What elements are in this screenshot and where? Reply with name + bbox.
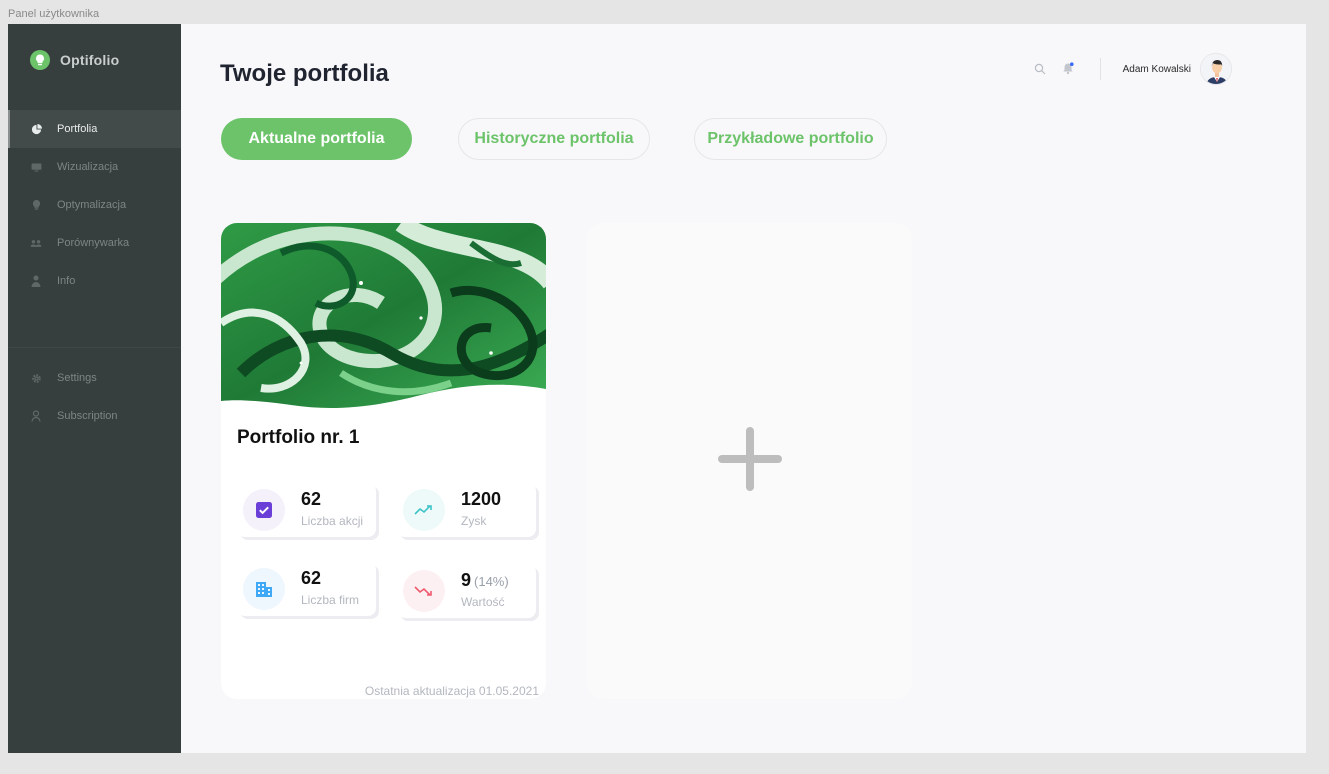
avatar[interactable]: [1200, 53, 1232, 85]
sidebar-item-label: Settings: [57, 372, 97, 384]
stat-label: Liczba firm: [301, 593, 360, 607]
portfolio-cover-image: [221, 223, 546, 408]
lightbulb-logo-icon: [30, 50, 50, 70]
stat-label: Wartość: [461, 595, 505, 609]
sidebar-item-wizualizacja[interactable]: Wizualizacja: [8, 148, 181, 186]
sidebar-nav: Portfolia Wizualizacja Optymalizacja Por…: [8, 110, 181, 300]
search-icon[interactable]: [1034, 62, 1048, 76]
sidebar-item-settings[interactable]: Settings: [8, 359, 181, 397]
sidebar-item-portfolia[interactable]: Portfolia: [8, 110, 181, 148]
tab-przykladowe[interactable]: Przykładowe portfolio: [694, 118, 887, 160]
gear-icon: [30, 372, 42, 384]
person-icon: [30, 275, 42, 287]
bell-icon[interactable]: [1062, 62, 1076, 76]
sidebar-item-label: Portfolia: [57, 123, 98, 135]
pie-chart-icon: [30, 123, 42, 135]
sidebar-item-label: Wizualizacja: [57, 161, 119, 173]
trend-up-icon: [403, 489, 445, 531]
sidebar-item-optymalizacja[interactable]: Optymalizacja: [8, 186, 181, 224]
stat-liczba-akcji: 62 Liczba akcji: [237, 483, 376, 537]
sidebar-secondary-nav: Settings Subscription: [8, 359, 181, 435]
stat-value: 62: [301, 489, 322, 509]
topbar: Adam Kowalski: [1020, 52, 1232, 86]
lightbulb-icon: [30, 199, 42, 211]
tab-aktualne[interactable]: Aktualne portfolia: [221, 118, 412, 160]
portfolio-tabs: Aktualne portfolia Historyczne portfolia…: [221, 118, 887, 160]
stat-value: 9 (14%): [461, 570, 509, 591]
plus-icon: [717, 426, 782, 496]
app-frame: Optifolio Portfolia Wizualizacja Optymal…: [8, 24, 1306, 753]
building-icon: [243, 568, 285, 610]
tab-historyczne[interactable]: Historyczne portfolia: [458, 118, 650, 160]
stat-value: 62: [301, 568, 322, 588]
sidebar-item-label: Porównywarka: [57, 237, 130, 249]
portfolio-title: Portfolio nr. 1: [237, 427, 360, 448]
sidebar-item-label: Subscription: [57, 410, 118, 422]
frame-label: Panel użytkownika: [8, 8, 100, 20]
topbar-divider: [1099, 58, 1101, 80]
add-portfolio-card[interactable]: [587, 223, 912, 699]
brand[interactable]: Optifolio: [30, 50, 119, 70]
portfolio-card[interactable]: Portfolio nr. 1 62 Liczba akcji 1200 Zys…: [221, 223, 546, 699]
stat-wartosc: 9 (14%) Wartość: [397, 564, 536, 618]
sidebar-divider: [8, 347, 181, 348]
user-outline-icon: [30, 410, 42, 422]
stat-liczba-firm: 62 Liczba firm: [237, 562, 376, 616]
stat-zysk: 1200 Zysk: [397, 483, 536, 537]
sidebar: Optifolio Portfolia Wizualizacja Optymal…: [8, 24, 181, 753]
stat-value-percent: (14%): [474, 574, 509, 589]
stat-value: 1200: [461, 489, 502, 509]
page-title: Twoje portfolia: [220, 60, 389, 87]
sidebar-item-label: Info: [57, 275, 76, 287]
sidebar-item-label: Optymalizacja: [57, 199, 127, 211]
monitor-icon: [30, 161, 42, 173]
stat-label: Zysk: [461, 514, 487, 528]
stat-value-number: 9: [461, 570, 472, 590]
checkbox-icon: [243, 489, 285, 531]
stat-label: Liczba akcji: [301, 514, 364, 528]
sidebar-item-info[interactable]: Info: [8, 262, 181, 300]
sidebar-item-subscription[interactable]: Subscription: [8, 397, 181, 435]
users-icon: [30, 237, 42, 249]
brand-name: Optifolio: [60, 52, 120, 68]
user-name[interactable]: Adam Kowalski: [1123, 64, 1191, 75]
trend-down-icon: [403, 570, 445, 612]
sidebar-item-porownywarka[interactable]: Porównywarka: [8, 224, 181, 262]
last-updated-text: Ostatnia aktualizacja 01.05.2021: [364, 684, 539, 698]
